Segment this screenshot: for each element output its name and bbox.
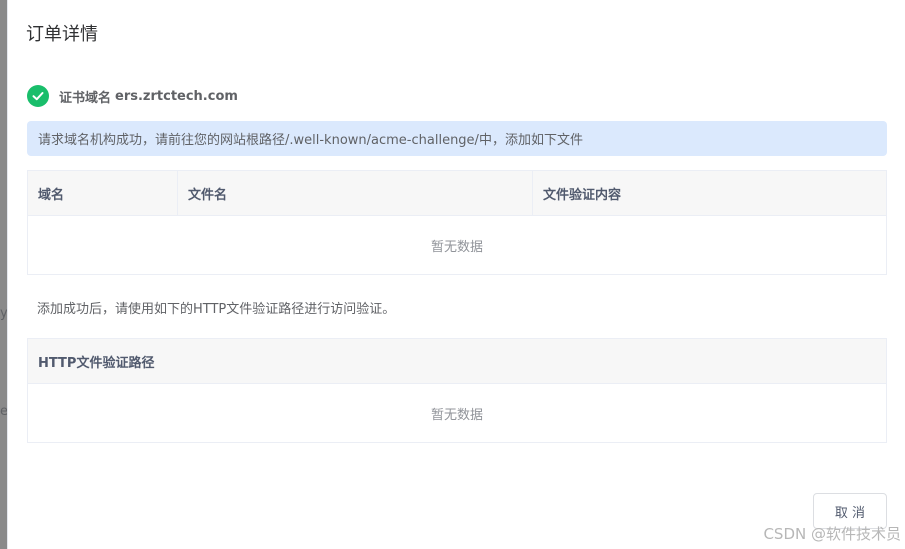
table-header: HTTP文件验证路径 [28, 339, 886, 384]
table-header: 域名 文件名 文件验证内容 [28, 171, 886, 216]
hint-text: 添加成功后，请使用如下的HTTP文件验证路径进行访问验证。 [37, 302, 396, 317]
column-header-http-path[interactable]: HTTP文件验证路径 [28, 339, 886, 383]
cert-domain-value: ers.zrtctech.com [115, 88, 238, 104]
table-empty-state: 暂无数据 [430, 407, 483, 423]
column-header-domain[interactable]: 域名 [28, 171, 178, 215]
http-path-table: HTTP文件验证路径 暂无数据 [27, 338, 887, 443]
cert-domain-line: 证书域名 ers.zrtctech.com [27, 85, 238, 107]
column-header-filename[interactable]: 文件名 [178, 171, 533, 215]
watermark: CSDN @软件技术员 [763, 525, 901, 543]
file-validation-table: 域名 文件名 文件验证内容 暂无数据 [27, 170, 887, 275]
info-alert: 请求域名机构成功，请前往您的网站根路径/.well-known/acme-cha… [27, 121, 887, 156]
table-empty-state: 暂无数据 [430, 239, 483, 255]
info-alert-text: 请求域名机构成功，请前往您的网站根路径/.well-known/acme-cha… [38, 133, 583, 148]
column-header-file-content[interactable]: 文件验证内容 [533, 171, 886, 215]
dialog-title: 订单详情 [26, 24, 98, 45]
check-circle-icon [27, 85, 49, 107]
cert-domain-label: 证书域名 [59, 90, 112, 106]
order-detail-dialog: 订单详情 证书域名 ers.zrtctech.com 请求域名机构成功，请前往您… [7, 0, 905, 549]
